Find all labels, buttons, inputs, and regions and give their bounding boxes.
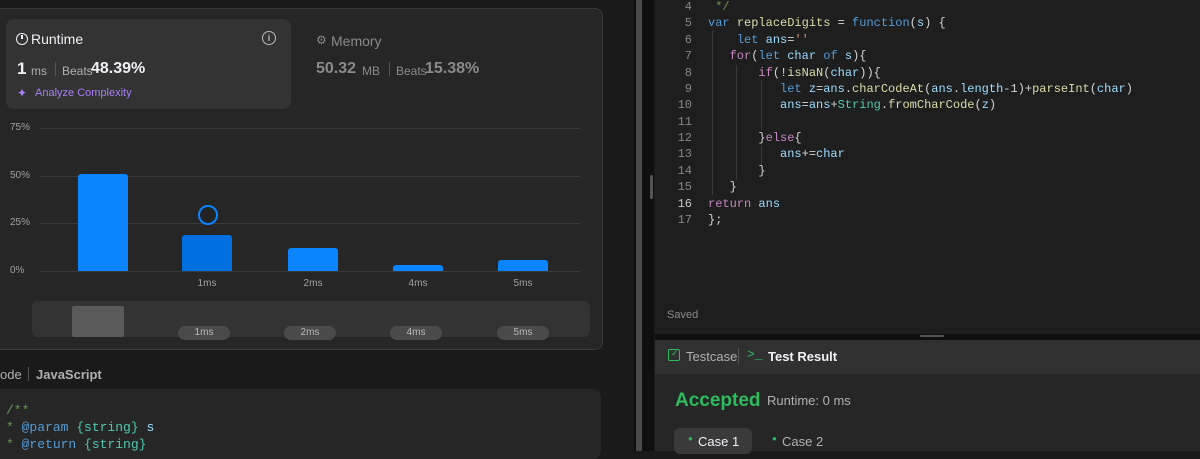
line-number: 17: [677, 213, 692, 227]
memory-beats-value: 15.38%: [425, 60, 480, 77]
x-tick-label: 2ms: [303, 278, 323, 289]
chart-bar[interactable]: [182, 234, 232, 271]
code-line: ans=ans+String.fromCharCode(z): [780, 98, 997, 112]
runtime-unit: ms: [31, 64, 47, 78]
verdict-accepted: Accepted: [675, 390, 761, 411]
gridline: [40, 271, 580, 272]
result-runtime: Runtime: 0 ms: [767, 393, 851, 408]
clock-icon: [16, 33, 28, 45]
code-line: }: [708, 164, 766, 178]
memory-value: 50.32: [316, 60, 357, 77]
divider: [28, 367, 29, 381]
line-number: 5: [684, 16, 692, 30]
code-line: ans+=char: [780, 147, 845, 161]
code-line: };: [708, 213, 723, 227]
resize-handle[interactable]: [650, 175, 653, 199]
code-line: let ans='': [736, 33, 809, 47]
analyze-complexity-link[interactable]: Analyze Complexity: [35, 87, 132, 99]
gridline: [40, 128, 580, 129]
status-dot: ●: [688, 434, 693, 443]
chart-bar[interactable]: [288, 248, 338, 271]
code-line: let z=ans.charCodeAt(ans.length-1)+parse…: [780, 82, 1133, 96]
divider: [738, 348, 739, 364]
case-1-label: Case 1: [698, 434, 740, 449]
line-number: 14: [677, 164, 692, 178]
chart-bar[interactable]: [78, 173, 128, 271]
line-number: 11: [677, 115, 692, 129]
divider: [55, 62, 56, 76]
line-number: 15: [677, 180, 692, 194]
resize-handle[interactable]: [920, 335, 944, 337]
runtime-beats-value: 48.39%: [91, 60, 146, 77]
code-line: }else{: [708, 131, 802, 145]
scrollbar[interactable]: [636, 0, 642, 451]
code-line: var replaceDigits = function(s) {: [708, 16, 946, 30]
overview-label: 1ms: [178, 326, 230, 340]
code-line: return ans: [708, 197, 781, 211]
overview-bar: [72, 306, 124, 337]
terminal-icon: >_: [747, 347, 763, 362]
memory-icon: ⚙: [316, 33, 327, 47]
line-number: 6: [684, 33, 692, 47]
line-number: 7: [684, 49, 692, 63]
y-tick-label: 0%: [10, 265, 25, 276]
check-icon: ✓: [671, 348, 679, 358]
x-tick-label: 5ms: [513, 278, 533, 289]
tab-test-result[interactable]: Test Result: [768, 349, 837, 364]
code-line: * @param {string} s: [6, 420, 155, 435]
line-number: 10: [677, 98, 692, 112]
line-number: 13: [677, 147, 692, 161]
user-avatar-marker: [198, 204, 218, 225]
chart-bar[interactable]: [393, 265, 443, 271]
code-line: }: [708, 180, 737, 194]
sparkle-icon: ✦: [17, 86, 28, 100]
code-line: */: [708, 0, 730, 14]
tab-testcase[interactable]: Testcase: [686, 349, 737, 364]
beats-label: Beats: [396, 64, 427, 78]
save-status: Saved: [667, 309, 699, 321]
code-line: for(let char of s){: [729, 49, 867, 63]
code-line: if(!isNaN(char)){: [758, 66, 881, 80]
line-number: 16: [677, 197, 692, 211]
case-2-tab[interactable]: Case 2: [782, 434, 823, 449]
memory-unit: MB: [362, 64, 380, 78]
x-tick-label: 1ms: [197, 278, 217, 289]
code-line: * @return {string}: [6, 437, 147, 452]
y-tick-label: 25%: [10, 217, 31, 229]
info-icon[interactable]: i: [262, 31, 276, 45]
divider: [389, 62, 390, 76]
runtime-label: Runtime: [31, 31, 84, 47]
x-tick-label: 4ms: [408, 278, 428, 289]
status-dot: ●: [772, 434, 777, 443]
y-tick-label: 50%: [10, 169, 31, 181]
y-tick-label: 75%: [10, 122, 31, 133]
chart-bar[interactable]: [498, 259, 548, 271]
overview-label: 5ms: [497, 326, 549, 340]
memory-label[interactable]: Memory: [331, 33, 382, 49]
tab-code[interactable]: ode: [0, 367, 22, 382]
line-number: 4: [684, 0, 692, 14]
overview-label: 2ms: [284, 326, 336, 340]
runtime-value: 1: [17, 59, 27, 78]
line-number: 9: [684, 82, 692, 96]
beats-label: Beats: [62, 64, 93, 78]
language-label: JavaScript: [36, 367, 102, 382]
overview-label: 4ms: [390, 326, 442, 340]
code-line: /**: [6, 403, 30, 418]
line-number: 12: [677, 131, 692, 145]
line-number: 8: [684, 66, 692, 80]
